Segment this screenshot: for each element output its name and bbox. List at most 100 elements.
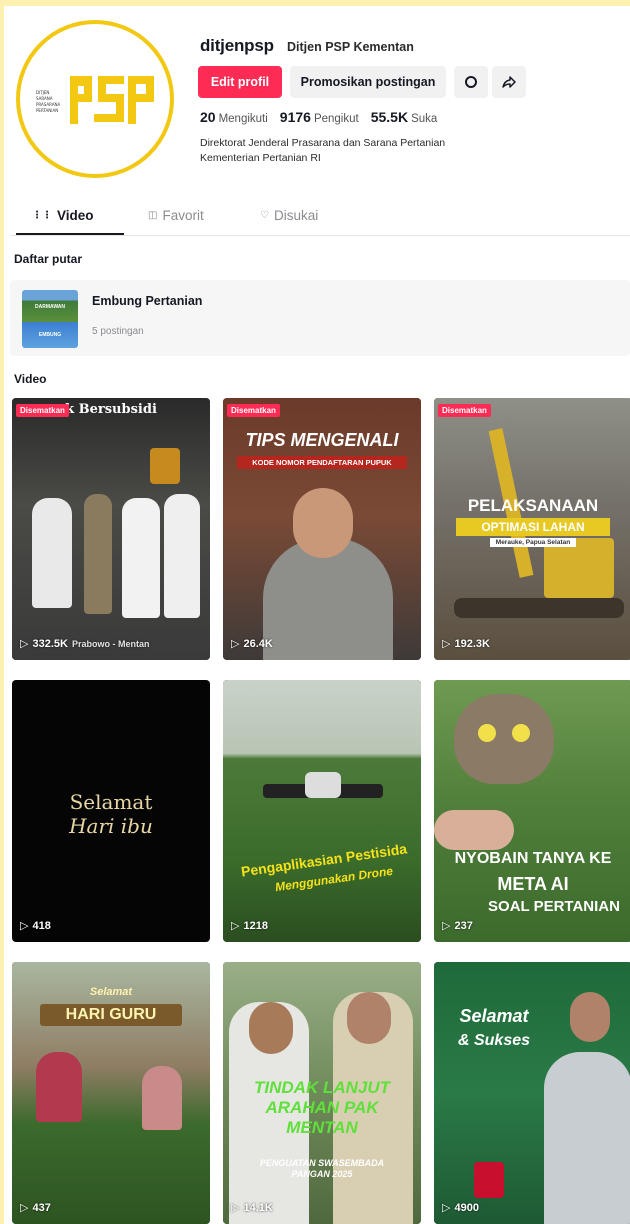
view-count-value: 4900 bbox=[454, 1201, 479, 1214]
pinned-badge: Disematkan bbox=[16, 404, 69, 417]
video-caption: & Sukses bbox=[457, 1032, 531, 1049]
bio-line: Kementerian Pertanian RI bbox=[200, 152, 321, 164]
tab-favorit[interactable]: ◫ Favorit bbox=[148, 208, 204, 223]
settings-button[interactable] bbox=[454, 66, 488, 98]
video-thumbnail[interactable]: Selamat HARI GURU ▷ 437 bbox=[12, 962, 210, 1224]
video-caption: Selamat bbox=[69, 790, 153, 814]
view-count: ▷ 1218 bbox=[231, 919, 268, 933]
view-count: ▷ 26.4K bbox=[231, 637, 273, 651]
view-count: ▷ 14.1K bbox=[231, 1201, 273, 1215]
share-icon bbox=[502, 76, 516, 88]
video-caption: Selamat bbox=[89, 986, 133, 998]
heart-icon: ♡ bbox=[260, 210, 269, 221]
profile-tabs: ⋮⋮ Video ◫ Favorit ♡ Disukai bbox=[10, 200, 630, 236]
view-count: ▷ 237 bbox=[442, 919, 473, 933]
video-caption: Selamat bbox=[459, 1006, 529, 1026]
tab-disukai[interactable]: ♡ Disukai bbox=[260, 208, 318, 223]
video-caption: PENGUATAN SWASEMBADA PANGAN 2025 bbox=[259, 1158, 385, 1179]
video-caption: NYOBAIN TANYA KE bbox=[454, 850, 612, 867]
play-icon: ▷ bbox=[231, 1202, 240, 1214]
play-icon: ▷ bbox=[231, 920, 240, 932]
video-caption: KODE NOMOR PENDAFTARAN PUPUK bbox=[237, 456, 407, 469]
video-caption: HARI GURU bbox=[40, 1004, 182, 1026]
video-thumbnail[interactable]: TINDAK LANJUT ARAHAN PAK MENTAN PENGUATA… bbox=[223, 962, 421, 1224]
play-icon: ▷ bbox=[20, 1202, 29, 1214]
view-count-value: 1218 bbox=[243, 919, 268, 932]
video-thumbnail[interactable]: Pengaplikasian Pestisida Menggunakan Dro… bbox=[223, 680, 421, 942]
view-count: ▷ 418 bbox=[20, 919, 51, 933]
stat-following-value: 20 bbox=[200, 109, 216, 125]
play-icon: ▷ bbox=[442, 920, 451, 932]
pinned-badge: Disematkan bbox=[227, 404, 280, 417]
tab-favorit-label: Favorit bbox=[162, 208, 204, 223]
play-icon: ▷ bbox=[442, 1202, 451, 1214]
view-count-value: 192.3K bbox=[454, 637, 490, 650]
play-icon: ▷ bbox=[20, 920, 29, 932]
promote-posts-button[interactable]: Promosikan postingan bbox=[290, 66, 446, 98]
video-caption: SOAL PERTANIAN bbox=[488, 898, 620, 915]
playlist-section-title: Daftar putar bbox=[14, 252, 83, 266]
video-caption: META AI bbox=[497, 874, 569, 894]
tab-video[interactable]: ⋮⋮ Video bbox=[32, 208, 94, 223]
playlist-thumb-text: DARMAWAN bbox=[35, 304, 65, 310]
video-thumbnail[interactable]: Disematkan TIPS MENGENALI KODE NOMOR PEN… bbox=[223, 398, 421, 660]
svg-text:PRASARANA: PRASARANA bbox=[36, 102, 60, 107]
bio-line: Direktorat Jenderal Prasarana dan Sarana… bbox=[200, 137, 446, 149]
stat-following[interactable]: 20 Mengikuti bbox=[200, 109, 268, 127]
stat-followers-value: 9176 bbox=[279, 109, 311, 125]
view-count-value: 14.1K bbox=[243, 1201, 273, 1214]
stat-likes-label: Suka bbox=[411, 113, 438, 125]
video-thumbnail[interactable]: NYOBAIN TANYA KE META AI SOAL PERTANIAN … bbox=[434, 680, 630, 942]
share-button[interactable] bbox=[492, 66, 526, 98]
stat-likes: 55.5K Suka bbox=[371, 109, 438, 127]
profile-page: DITJEN SARANA PRASARANA PERTANIAN ditjen… bbox=[4, 6, 630, 1224]
video-caption: TIPS MENGENALI bbox=[245, 430, 399, 450]
video-caption: PELAKSANAAN bbox=[467, 496, 599, 515]
stat-following-label: Mengikuti bbox=[218, 113, 268, 125]
view-count: ▷ 437 bbox=[20, 1201, 51, 1215]
grid-icon: ⋮⋮ bbox=[32, 210, 52, 221]
video-caption: Hari ibu bbox=[69, 814, 153, 838]
edit-profile-button[interactable]: Edit profil bbox=[198, 66, 282, 98]
active-tab-indicator bbox=[16, 233, 124, 235]
play-icon: ▷ bbox=[231, 638, 240, 650]
stat-followers[interactable]: 9176 Pengikut bbox=[280, 109, 359, 127]
video-section-title: Video bbox=[14, 372, 47, 386]
view-count-value: 26.4K bbox=[243, 637, 273, 650]
pinned-badge: Disematkan bbox=[438, 404, 491, 417]
playlist-thumb-text: EMBUNG bbox=[38, 332, 62, 338]
stat-likes-value: 55.5K bbox=[370, 109, 409, 125]
video-scene bbox=[434, 962, 630, 1224]
video-scene bbox=[12, 398, 210, 660]
video-thumbnail[interactable]: Selamat & Sukses ▷ 4900 bbox=[434, 962, 630, 1224]
video-scene bbox=[223, 680, 421, 942]
nickname: Ditjen PSP Kementan bbox=[287, 40, 414, 54]
playlist-thumbnail: DARMAWAN EMBUNG bbox=[22, 290, 78, 348]
playlist-title: Embung Pertanian bbox=[92, 294, 203, 308]
avatar[interactable]: DITJEN SARANA PRASARANA PERTANIAN bbox=[16, 20, 174, 178]
view-count: ▷ 4900 bbox=[442, 1201, 479, 1215]
video-caption: OPTIMASI LAHAN bbox=[456, 518, 610, 536]
video-caption: Prabowo - Mentan bbox=[71, 638, 150, 649]
playlist-card[interactable]: DARMAWAN EMBUNG Embung Pertanian 5 posti… bbox=[10, 280, 630, 356]
video-scene bbox=[12, 962, 210, 1224]
svg-text:SARANA: SARANA bbox=[36, 96, 53, 101]
play-icon: ▷ bbox=[20, 638, 29, 650]
bookmark-icon: ◫ bbox=[148, 210, 158, 221]
svg-text:PERTANIAN: PERTANIAN bbox=[36, 108, 58, 113]
svg-text:DITJEN: DITJEN bbox=[36, 90, 49, 95]
view-count-value: 332.5K bbox=[32, 637, 68, 650]
view-count-value: 437 bbox=[32, 1201, 51, 1214]
video-thumbnail[interactable]: Selamat Hari ibu ▷ 418 bbox=[12, 680, 210, 942]
view-count-value: 418 bbox=[32, 919, 51, 932]
video-caption: TINDAK LANJUT ARAHAN PAK MENTAN bbox=[254, 1078, 390, 1137]
view-count: ▷ 332.5K Prabowo - Mentan bbox=[20, 637, 150, 651]
video-thumbnail[interactable]: Disematkan k Bersubsidi ▷ 332.5K Prabowo… bbox=[12, 398, 210, 660]
play-icon: ▷ bbox=[442, 638, 451, 650]
playlist-count: 5 postingan bbox=[92, 326, 144, 337]
stat-followers-label: Pengikut bbox=[313, 113, 359, 125]
video-thumbnail[interactable]: Disematkan PELAKSANAAN OPTIMASI LAHAN Me… bbox=[434, 398, 630, 660]
bio: Direktorat Jenderal Prasarana dan Sarana… bbox=[200, 136, 520, 166]
video-caption: Merauke, Papua Selatan bbox=[490, 538, 576, 547]
psp-logo-icon: DITJEN SARANA PRASARANA PERTANIAN bbox=[36, 76, 154, 124]
